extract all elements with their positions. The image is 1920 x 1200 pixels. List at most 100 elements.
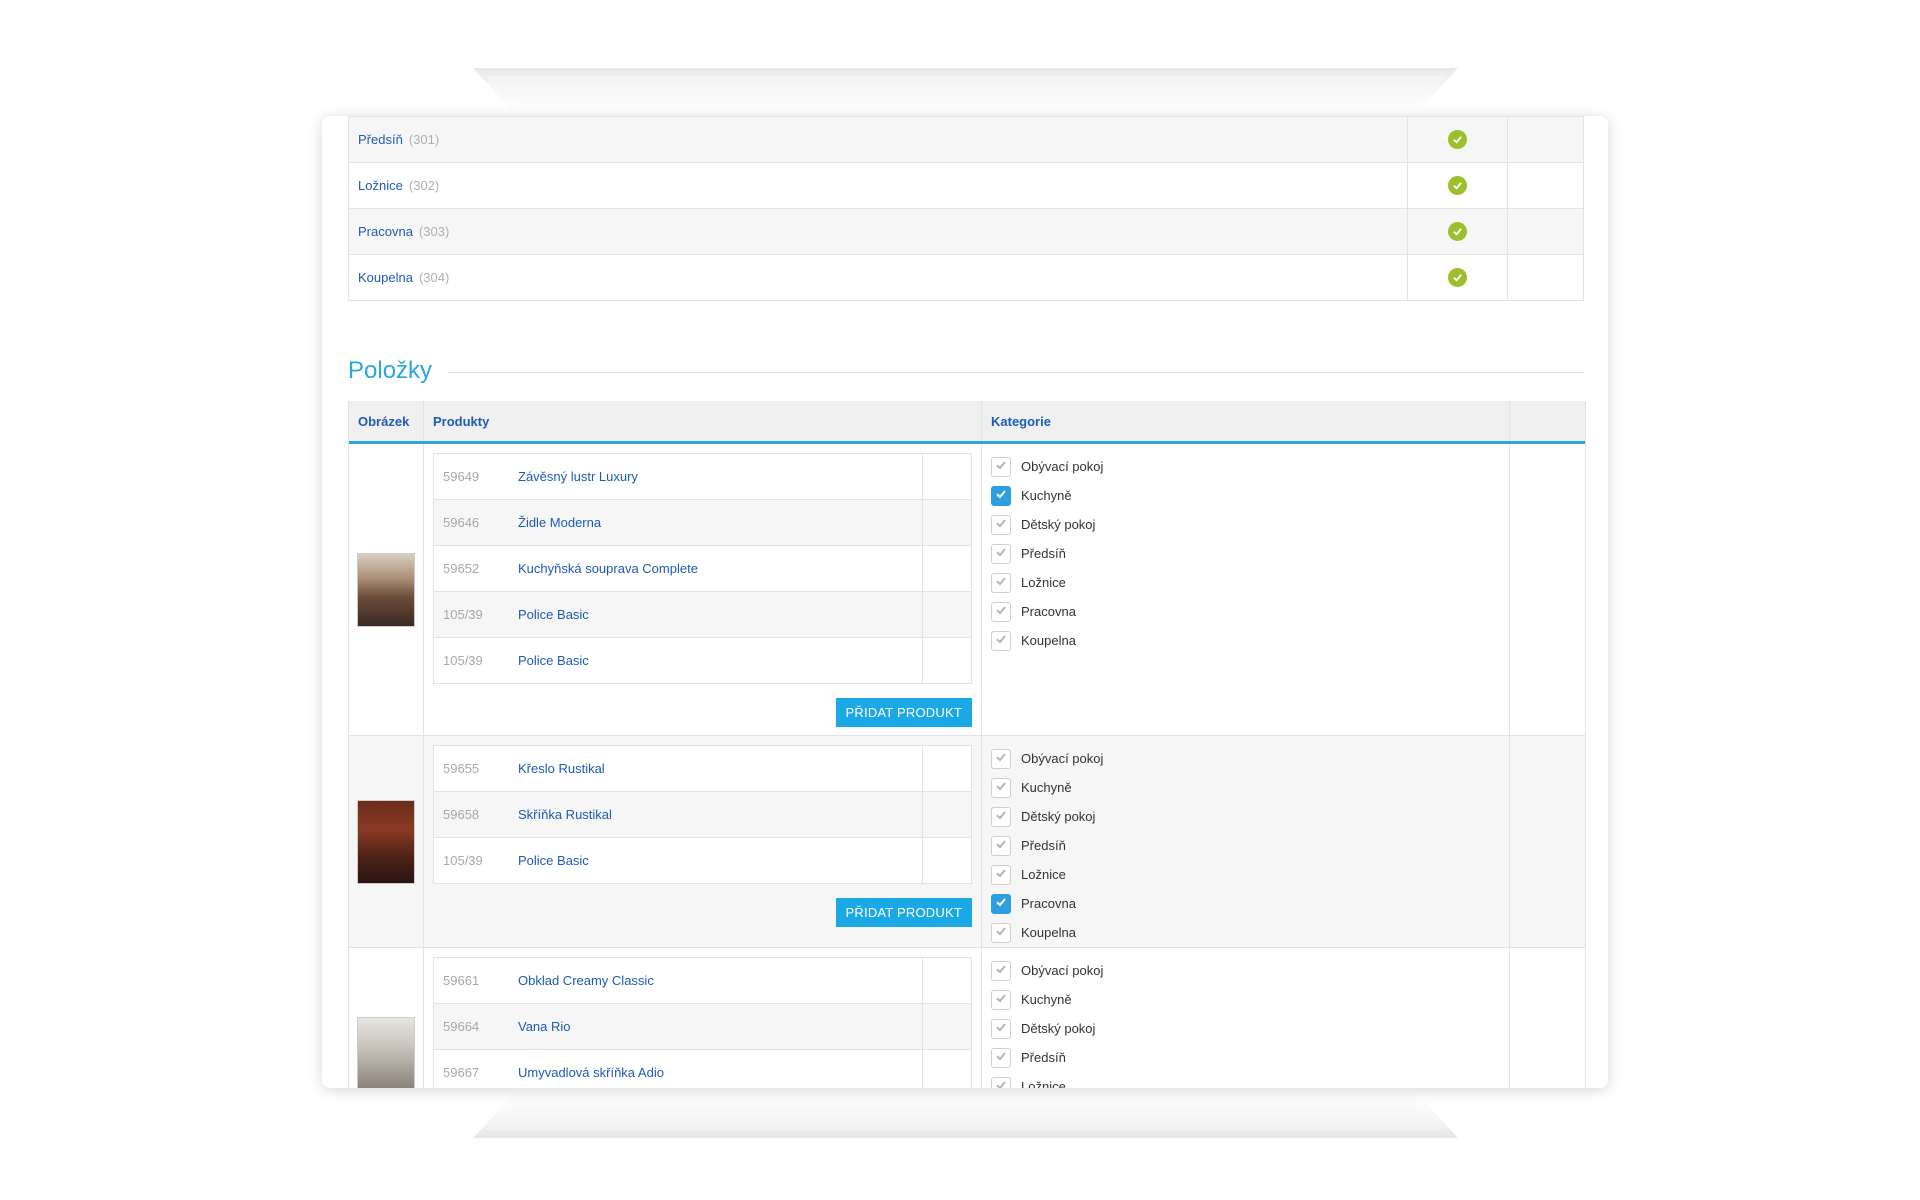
column-header-extra [1510, 401, 1585, 441]
category-checkbox-row[interactable]: Ložnice [991, 860, 1509, 889]
product-row: 59646 Židle Moderna [434, 499, 971, 545]
column-header-image[interactable]: Obrázek [349, 401, 424, 441]
checkbox-label: Obývací pokoj [1021, 459, 1104, 474]
checkbox[interactable] [991, 989, 1011, 1010]
category-checkbox-row[interactable]: Obývací pokoj [991, 956, 1509, 985]
item-thumbnail[interactable] [357, 552, 415, 627]
category-checkbox-row[interactable]: Pracovna [991, 597, 1509, 626]
add-product-button[interactable]: PŘIDAT PRODUKT [835, 898, 972, 927]
checkbox[interactable] [991, 748, 1011, 769]
checkbox[interactable] [991, 1018, 1011, 1039]
checkbox[interactable] [991, 572, 1011, 593]
checkbox[interactable] [991, 514, 1011, 535]
category-status-cell [1408, 255, 1508, 300]
product-row: 59667 Umyvadlová skříňka Adio [434, 1049, 971, 1088]
item-image-cell [349, 444, 424, 735]
column-header-categories[interactable]: Kategorie [982, 401, 1510, 441]
add-product-wrap: PŘIDAT PRODUKT [424, 684, 981, 735]
product-code: 59649 [443, 469, 480, 484]
checkbox[interactable] [991, 1076, 1011, 1088]
category-checkbox-row[interactable]: Kuchyně [991, 481, 1509, 510]
checkbox[interactable] [991, 630, 1011, 651]
product-link[interactable]: Police Basic [518, 838, 923, 883]
checkmark-icon [995, 488, 1007, 503]
category-name-cell: Ložnice (302) [349, 163, 1408, 208]
product-link[interactable]: Umyvadlová skříňka Adio [518, 1050, 923, 1088]
checkbox[interactable] [991, 1047, 1011, 1068]
checkmark-icon [995, 575, 1007, 590]
decorative-frame-top-inner [485, 76, 1446, 116]
product-link[interactable]: Křeslo Rustikal [518, 746, 923, 791]
product-link[interactable]: Závěsný lustr Luxury [518, 454, 923, 499]
checkmark-icon [995, 809, 1007, 824]
category-checkbox-row[interactable]: Dětský pokoj [991, 1014, 1509, 1043]
product-list: 59661 Obklad Creamy Classic 59664 Vana Rio 5… [433, 957, 972, 1088]
checkbox[interactable] [991, 864, 1011, 885]
product-code: 59646 [443, 515, 480, 530]
category-checkbox-row[interactable]: Dětský pokoj [991, 510, 1509, 539]
category-checkbox-row[interactable]: Předsíň [991, 831, 1509, 860]
item-image-cell [349, 948, 424, 1088]
category-checkbox-row[interactable]: Předsíň [991, 1043, 1509, 1072]
add-product-button[interactable]: PŘIDAT PRODUKT [835, 698, 972, 727]
category-checkbox-row[interactable]: Ložnice [991, 568, 1509, 597]
checkbox[interactable] [991, 835, 1011, 856]
category-checkbox-row[interactable]: Dětský pokoj [991, 802, 1509, 831]
column-header-products[interactable]: Produkty [424, 401, 982, 441]
checkbox[interactable] [991, 777, 1011, 798]
item-thumbnail[interactable] [357, 1016, 415, 1088]
checkbox[interactable] [991, 893, 1011, 914]
category-checkbox-row[interactable]: Koupelna [991, 918, 1509, 947]
item-extra-cell [1510, 948, 1585, 1088]
item-categories-cell: Obývací pokoj Kuchyně Dětský pokoj Předsíň L… [982, 948, 1510, 1088]
category-checkbox-list: Obývací pokoj Kuchyně Dětský pokoj Předsíň L… [982, 736, 1509, 947]
product-link[interactable]: Police Basic [518, 592, 923, 637]
checkmark-icon [995, 459, 1007, 474]
checkbox-label: Předsíň [1021, 1050, 1066, 1065]
product-extra-cell [923, 454, 971, 499]
category-checkbox-row[interactable]: Kuchyně [991, 773, 1509, 802]
product-link[interactable]: Obklad Creamy Classic [518, 958, 923, 1003]
checkbox[interactable] [991, 806, 1011, 827]
product-row: 59652 Kuchyňská souprava Complete [434, 545, 971, 591]
checkbox[interactable] [991, 922, 1011, 943]
item-products-cell: 59655 Křeslo Rustikal 59658 Skříňka Rustika… [424, 736, 982, 947]
category-checkbox-row[interactable]: Pracovna [991, 889, 1509, 918]
product-link[interactable]: Skříňka Rustikal [518, 792, 923, 837]
item-rows: 59649 Závěsný lustr Luxury 59646 Židle Mode… [349, 444, 1585, 1088]
category-checkbox-row[interactable]: Koupelna [991, 626, 1509, 655]
category-link[interactable]: Koupelna [358, 270, 413, 285]
category-link[interactable]: Pracovna [358, 224, 413, 239]
product-code: 59661 [443, 973, 480, 988]
add-product-wrap: PŘIDAT PRODUKT [424, 884, 981, 935]
checkbox[interactable] [991, 485, 1011, 506]
product-link[interactable]: Vana Rio [518, 1004, 923, 1049]
item-thumbnail[interactable] [357, 799, 415, 884]
product-code: 105/39 [443, 653, 483, 668]
checkbox[interactable] [991, 960, 1011, 981]
checkbox-label: Kuchyně [1021, 780, 1072, 795]
category-checkbox-row[interactable]: Obývací pokoj [991, 744, 1509, 773]
category-checkbox-row[interactable]: Obývací pokoj [991, 452, 1509, 481]
item-products-cell: 59649 Závěsný lustr Luxury 59646 Židle Mode… [424, 444, 982, 735]
product-link[interactable]: Židle Moderna [518, 500, 923, 545]
category-checkbox-list: Obývací pokoj Kuchyně Dětský pokoj Předsíň L… [982, 444, 1509, 655]
category-link[interactable]: Předsíň [358, 132, 403, 147]
category-checkbox-row[interactable]: Předsíň [991, 539, 1509, 568]
category-status-cell [1408, 209, 1508, 254]
checkbox[interactable] [991, 601, 1011, 622]
product-row: 59661 Obklad Creamy Classic [434, 958, 971, 1003]
checkmark-icon [995, 517, 1007, 532]
checkbox[interactable] [991, 543, 1011, 564]
product-link[interactable]: Police Basic [518, 638, 923, 683]
category-id: (302) [408, 178, 440, 193]
items-table-header: Obrázek Produkty Kategorie [349, 401, 1585, 444]
item-extra-cell [1510, 736, 1585, 947]
category-checkbox-row[interactable]: Kuchyně [991, 985, 1509, 1014]
checkbox[interactable] [991, 456, 1011, 477]
category-checkbox-row[interactable]: Ložnice [991, 1072, 1509, 1088]
product-link[interactable]: Kuchyňská souprava Complete [518, 546, 923, 591]
product-extra-cell [923, 838, 971, 883]
category-link[interactable]: Ložnice [358, 178, 403, 193]
product-extra-cell [923, 1004, 971, 1049]
